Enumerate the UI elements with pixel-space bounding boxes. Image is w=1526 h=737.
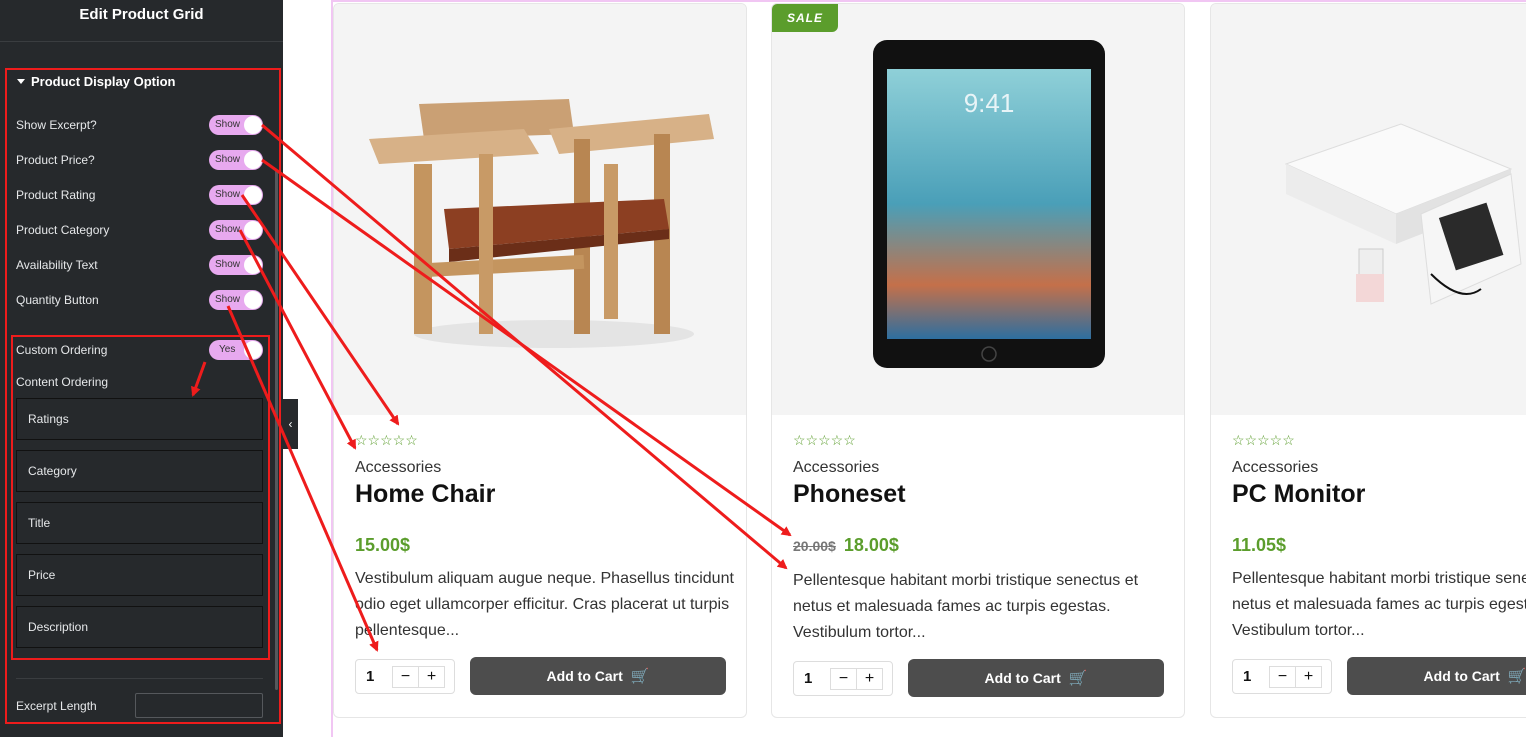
arrow-quantity-to-stepper [226,305,379,652]
arrow-price-to-price [261,158,792,537]
arrow-category-to-category [238,229,357,450]
annotation-arrows [191,123,792,652]
arrow-ordering-to-list [191,361,207,397]
